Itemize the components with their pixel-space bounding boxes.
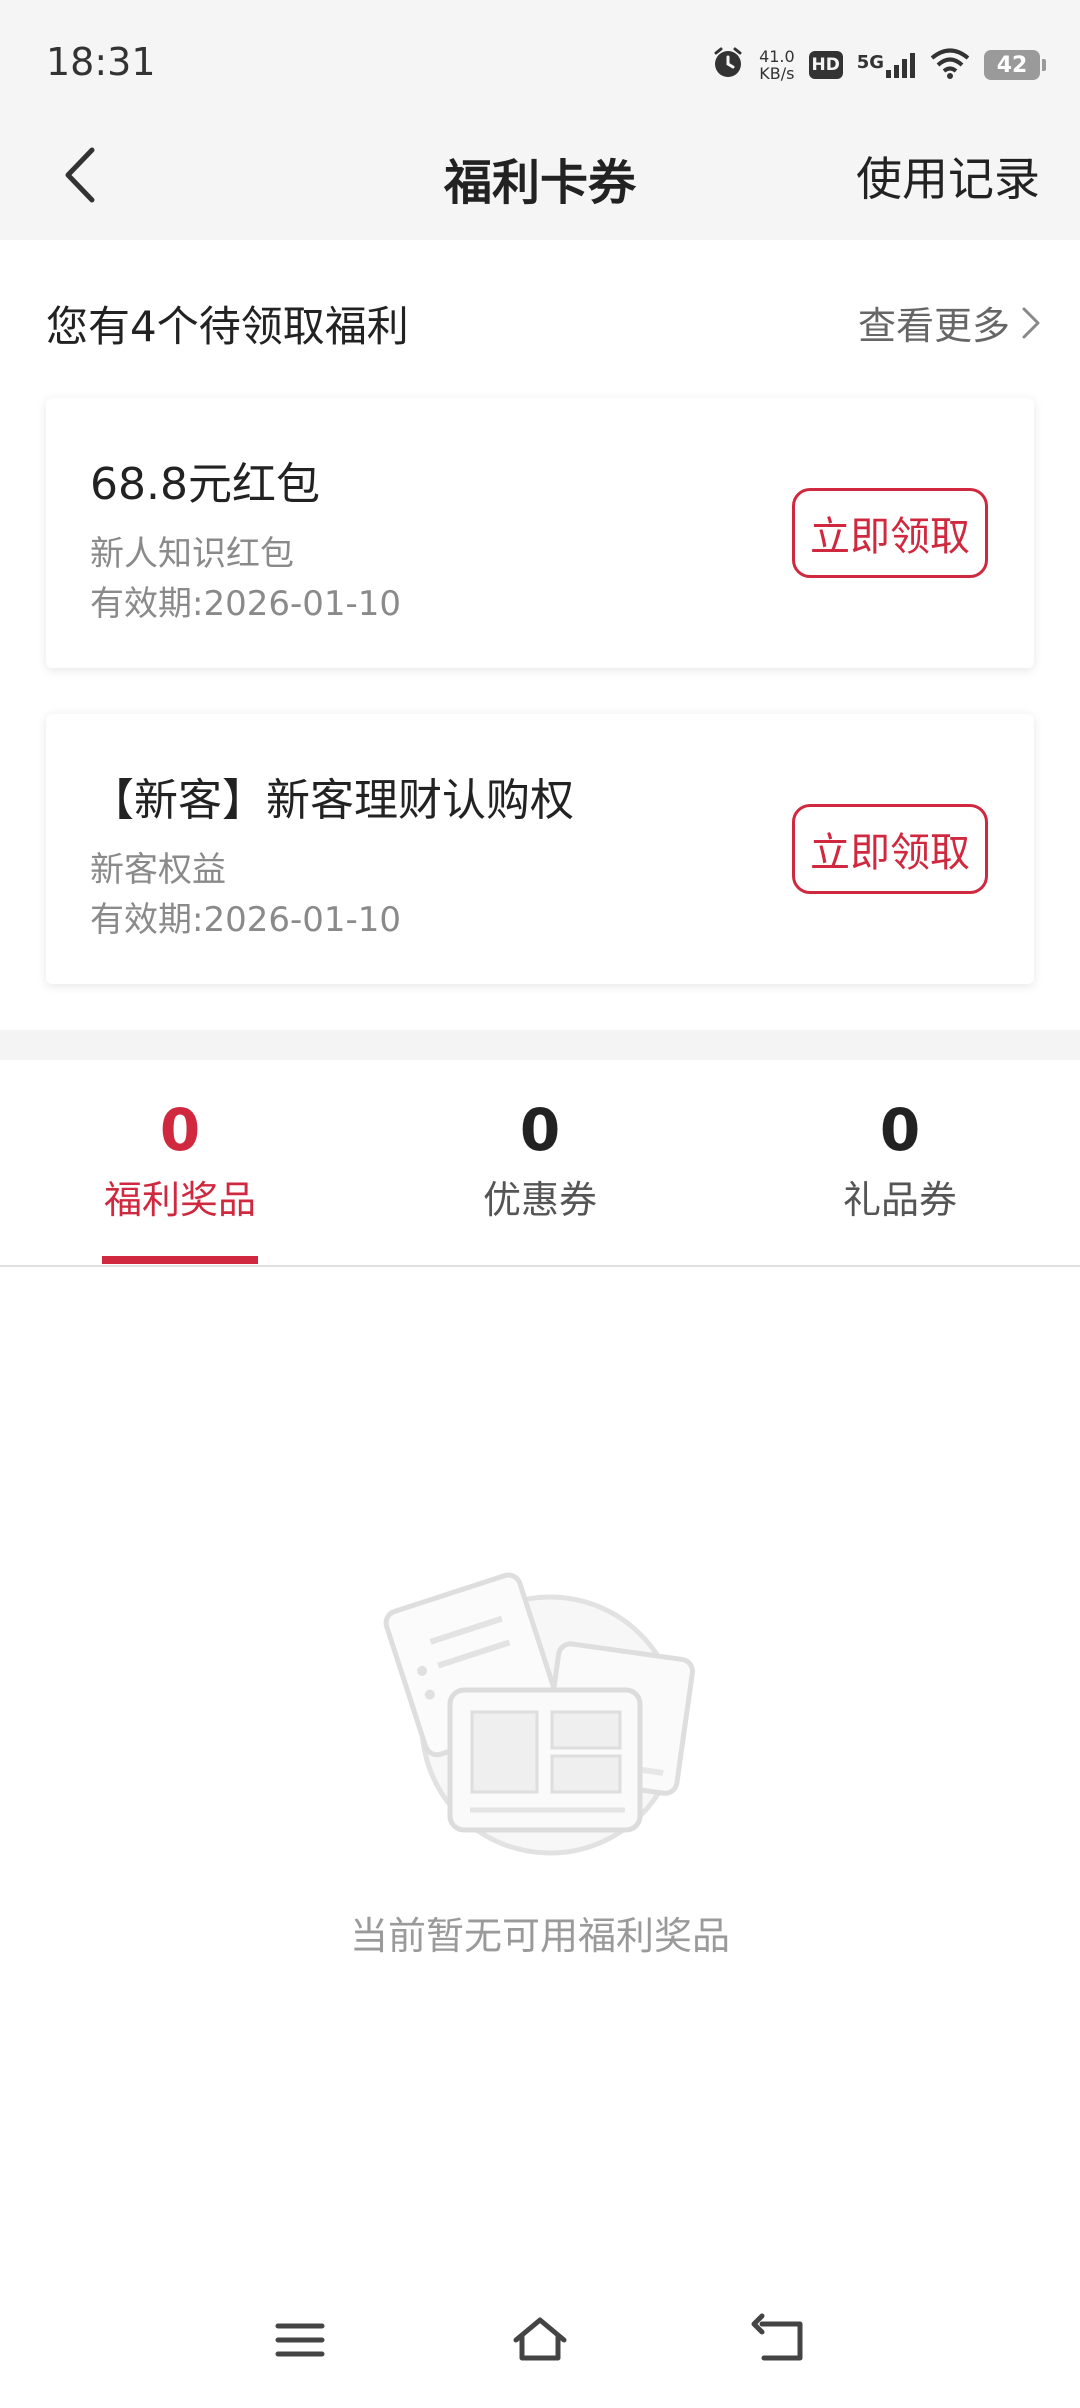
card-subtitle: 新人知识红包: [90, 534, 294, 574]
tab-coupons[interactable]: 0 优惠券: [410, 1095, 670, 1224]
card-validity: 有效期:2026-01-10: [90, 900, 402, 940]
hd-icon: HD: [808, 51, 843, 79]
card-title: 【新客】新客理财认购权: [90, 775, 574, 826]
tab-label: 礼品券: [842, 1178, 957, 1222]
empty-state-illustration: [380, 1560, 700, 1860]
tab-label: 优惠券: [482, 1178, 597, 1222]
benefit-card: 【新客】新客理财认购权 新客权益 有效期:2026-01-10 立即领取: [46, 714, 1034, 984]
usage-history-link[interactable]: 使用记录: [856, 143, 1040, 209]
back-nav-button[interactable]: [750, 2310, 810, 2370]
claim-button[interactable]: 立即领取: [792, 804, 988, 894]
active-tab-indicator: [102, 1256, 258, 1264]
tab-divider: [0, 1265, 1080, 1267]
pending-benefits-title: 您有4个待领取福利: [46, 302, 409, 351]
battery-icon: 42: [984, 50, 1046, 80]
section-divider: [0, 1030, 1080, 1060]
tab-count: 0: [519, 1096, 561, 1164]
chevron-right-icon: [1022, 307, 1040, 338]
network-type: 5G: [856, 52, 884, 73]
tab-count: 0: [159, 1096, 201, 1164]
signal-icon: 5G: [857, 52, 916, 78]
benefit-card: 68.8元红包 新人知识红包 有效期:2026-01-10 立即领取: [46, 398, 1034, 668]
status-time: 18:31: [46, 40, 156, 84]
card-subtitle: 新客权益: [90, 850, 226, 890]
menu-icon: [275, 2323, 325, 2357]
card-validity: 有效期:2026-01-10: [90, 584, 402, 624]
tab-count: 0: [879, 1096, 921, 1164]
card-title: 68.8元红包: [90, 459, 320, 510]
status-icons: 41.0 KB/s HD 5G 42: [711, 40, 1046, 90]
tab-gift-vouchers[interactable]: 0 礼品券: [770, 1095, 1030, 1224]
tab-label: 福利奖品: [103, 1178, 256, 1222]
home-icon: [513, 2317, 567, 2361]
return-icon: [751, 2313, 803, 2361]
network-speed-value: 41.0: [759, 47, 795, 66]
view-more-label: 查看更多: [857, 304, 1010, 348]
wifi-icon: [930, 47, 970, 83]
view-more-link[interactable]: 查看更多: [858, 295, 1044, 350]
network-speed-unit: KB/s: [759, 64, 795, 83]
menu-nav-button[interactable]: [270, 2310, 330, 2370]
network-speed: 41.0 KB/s: [759, 48, 795, 82]
empty-state-text: 当前暂无可用福利奖品: [349, 1914, 730, 1958]
alarm-icon: [711, 46, 745, 84]
claim-button[interactable]: 立即领取: [792, 488, 988, 578]
home-nav-button[interactable]: [510, 2310, 570, 2370]
tab-welfare-prizes[interactable]: 0 福利奖品: [50, 1095, 310, 1224]
